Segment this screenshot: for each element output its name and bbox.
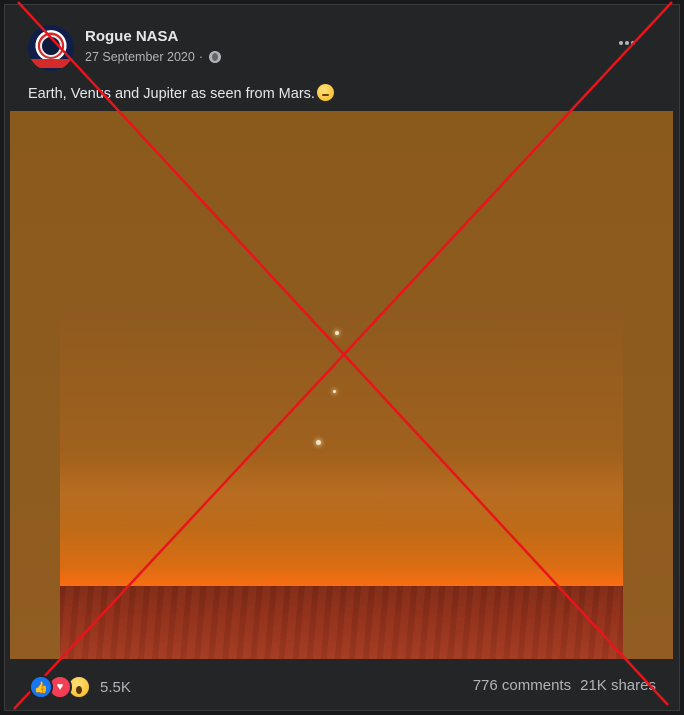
reaction-count[interactable]: 5.5K bbox=[100, 679, 131, 696]
comments-count-link[interactable]: 776 comments bbox=[473, 677, 571, 694]
avatar-logo-icon bbox=[40, 35, 62, 57]
page-name-link[interactable]: Rogue NASA bbox=[85, 28, 178, 45]
like-reaction-icon: 👍 bbox=[29, 675, 53, 699]
post-date[interactable]: 27 September 2020 bbox=[85, 50, 195, 64]
reactions-summary[interactable]: 👍 ♥ 5.5K bbox=[29, 675, 131, 699]
planet-dot-top bbox=[335, 331, 339, 335]
globe-icon bbox=[208, 51, 221, 63]
post-footer: 👍 ♥ 5.5K 776 comments 21K shares bbox=[5, 665, 681, 709]
ground-texture bbox=[60, 586, 623, 659]
caption-text: Earth, Venus and Jupiter as seen from Ma… bbox=[28, 86, 315, 102]
sky-haze bbox=[60, 461, 623, 531]
mars-sky bbox=[60, 309, 623, 589]
post-photo[interactable] bbox=[10, 111, 673, 659]
planet-dot-bottom bbox=[316, 440, 321, 445]
meta-separator: · bbox=[198, 50, 203, 64]
post-meta: 27 September 2020 · bbox=[85, 50, 221, 64]
page-avatar[interactable] bbox=[28, 25, 74, 71]
shares-count-link[interactable]: 21K shares bbox=[580, 677, 656, 694]
thinking-face-emoji-icon bbox=[316, 84, 334, 101]
avatar-banner bbox=[28, 59, 74, 68]
more-options-icon[interactable] bbox=[619, 39, 635, 47]
facebook-post-card: Rogue NASA 27 September 2020 · Earth, Ve… bbox=[4, 4, 680, 711]
planet-dot-middle bbox=[333, 390, 336, 393]
engagement-counts: 776 comments 21K shares bbox=[473, 677, 656, 694]
post-caption: Earth, Venus and Jupiter as seen from Ma… bbox=[28, 84, 334, 102]
horizon-glow bbox=[60, 566, 623, 588]
